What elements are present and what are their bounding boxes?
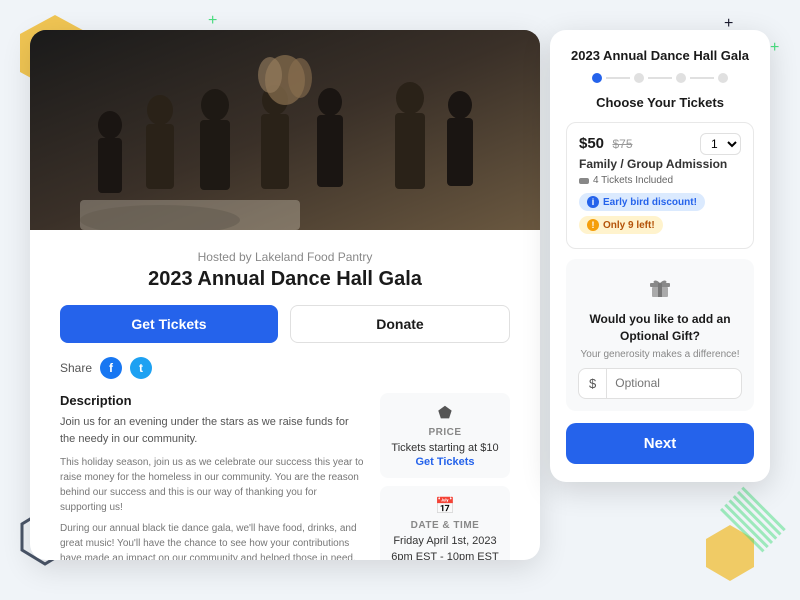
share-label: Share xyxy=(60,361,92,375)
get-tickets-button[interactable]: Get Tickets xyxy=(60,305,278,343)
svg-text:+: + xyxy=(770,39,779,56)
step-4-dot xyxy=(718,73,728,83)
early-bird-badge: i Early bird discount! xyxy=(579,193,705,211)
ticket-quantity-select[interactable]: 1 2 3 4 xyxy=(700,133,741,155)
gift-section: Would you like to add an Optional Gift? … xyxy=(566,259,754,411)
gift-title: Would you like to add an Optional Gift? xyxy=(578,311,742,345)
description-short: Join us for an evening under the stars a… xyxy=(60,414,366,447)
date-info-card: 📅 DATE & TIME Friday April 1st, 2023 6pm… xyxy=(380,486,510,560)
ticket-includes: 4 Tickets Included xyxy=(579,175,741,186)
step-3-dot xyxy=(676,73,686,83)
twitter-share-button[interactable]: t xyxy=(130,357,152,379)
gift-input-row: $ xyxy=(578,368,742,399)
gift-subtitle: Your generosity makes a difference! xyxy=(578,349,742,360)
price-value: Tickets starting at $10 xyxy=(390,441,500,456)
gift-icon xyxy=(578,271,742,305)
date-time: 6pm EST - 10pm EST xyxy=(390,550,500,560)
price-get-tickets-link[interactable]: Get Tickets xyxy=(390,456,500,468)
choose-tickets-label: Choose Your Tickets xyxy=(566,95,754,110)
ticket-name: Family / Group Admission xyxy=(579,157,741,171)
event-actions: Get Tickets Donate xyxy=(60,305,510,343)
ticket-prices: $50 $75 xyxy=(579,135,633,153)
event-content-row: Description Join us for an evening under… xyxy=(60,393,510,560)
includes-dot-icon xyxy=(579,178,589,184)
svg-text:+: + xyxy=(208,12,217,29)
ticket-price-row: $50 $75 1 2 3 4 xyxy=(579,133,741,155)
panel-event-title: 2023 Annual Dance Hall Gala xyxy=(566,48,754,63)
next-button[interactable]: Next xyxy=(566,423,754,464)
event-body: Hosted by Lakeland Food Pantry 2023 Annu… xyxy=(30,230,540,560)
facebook-share-button[interactable]: f xyxy=(100,357,122,379)
currency-symbol: $ xyxy=(579,369,607,398)
donate-button[interactable]: Donate xyxy=(290,305,510,343)
calendar-icon: 📅 xyxy=(390,496,500,516)
ticket-price-old: $75 xyxy=(612,137,632,151)
hosted-by: Hosted by Lakeland Food Pantry xyxy=(60,250,510,264)
ticket-badges: i Early bird discount! ! Only 9 left! xyxy=(579,192,741,238)
ticket-includes-text: 4 Tickets Included xyxy=(593,175,673,186)
step-line-3 xyxy=(690,77,714,79)
warning-icon: ! xyxy=(587,219,599,231)
ticket-price-new: $50 xyxy=(579,135,604,152)
date-label: DATE & TIME xyxy=(390,520,500,531)
gift-amount-input[interactable] xyxy=(607,369,742,397)
event-sidebar-info: ⬟ PRICE Tickets starting at $10 Get Tick… xyxy=(380,393,510,560)
ticket-item: $50 $75 1 2 3 4 Family / Group Admission… xyxy=(566,122,754,249)
step-line-1 xyxy=(606,77,630,79)
price-icon: ⬟ xyxy=(390,403,500,423)
ticket-panel: 2023 Annual Dance Hall Gala Choose Your … xyxy=(550,30,770,482)
event-card: Hosted by Lakeland Food Pantry 2023 Annu… xyxy=(30,30,540,560)
event-hero-image xyxy=(30,30,540,230)
low-stock-badge: ! Only 9 left! xyxy=(579,216,663,234)
price-label: PRICE xyxy=(390,427,500,438)
price-info-card: ⬟ PRICE Tickets starting at $10 Get Tick… xyxy=(380,393,510,478)
description-long1: This holiday season, join us as we celeb… xyxy=(60,455,366,515)
step-2-dot xyxy=(634,73,644,83)
event-title: 2023 Annual Dance Hall Gala xyxy=(60,268,510,291)
step-line-2 xyxy=(648,77,672,79)
event-description: Description Join us for an evening under… xyxy=(60,393,366,560)
share-row: Share f t xyxy=(60,357,510,379)
description-heading: Description xyxy=(60,393,366,408)
info-icon: i xyxy=(587,196,599,208)
description-long2: During our annual black tie dance gala, … xyxy=(60,521,366,560)
date-value: Friday April 1st, 2023 xyxy=(390,534,500,549)
step-1-dot xyxy=(592,73,602,83)
progress-steps xyxy=(566,73,754,83)
